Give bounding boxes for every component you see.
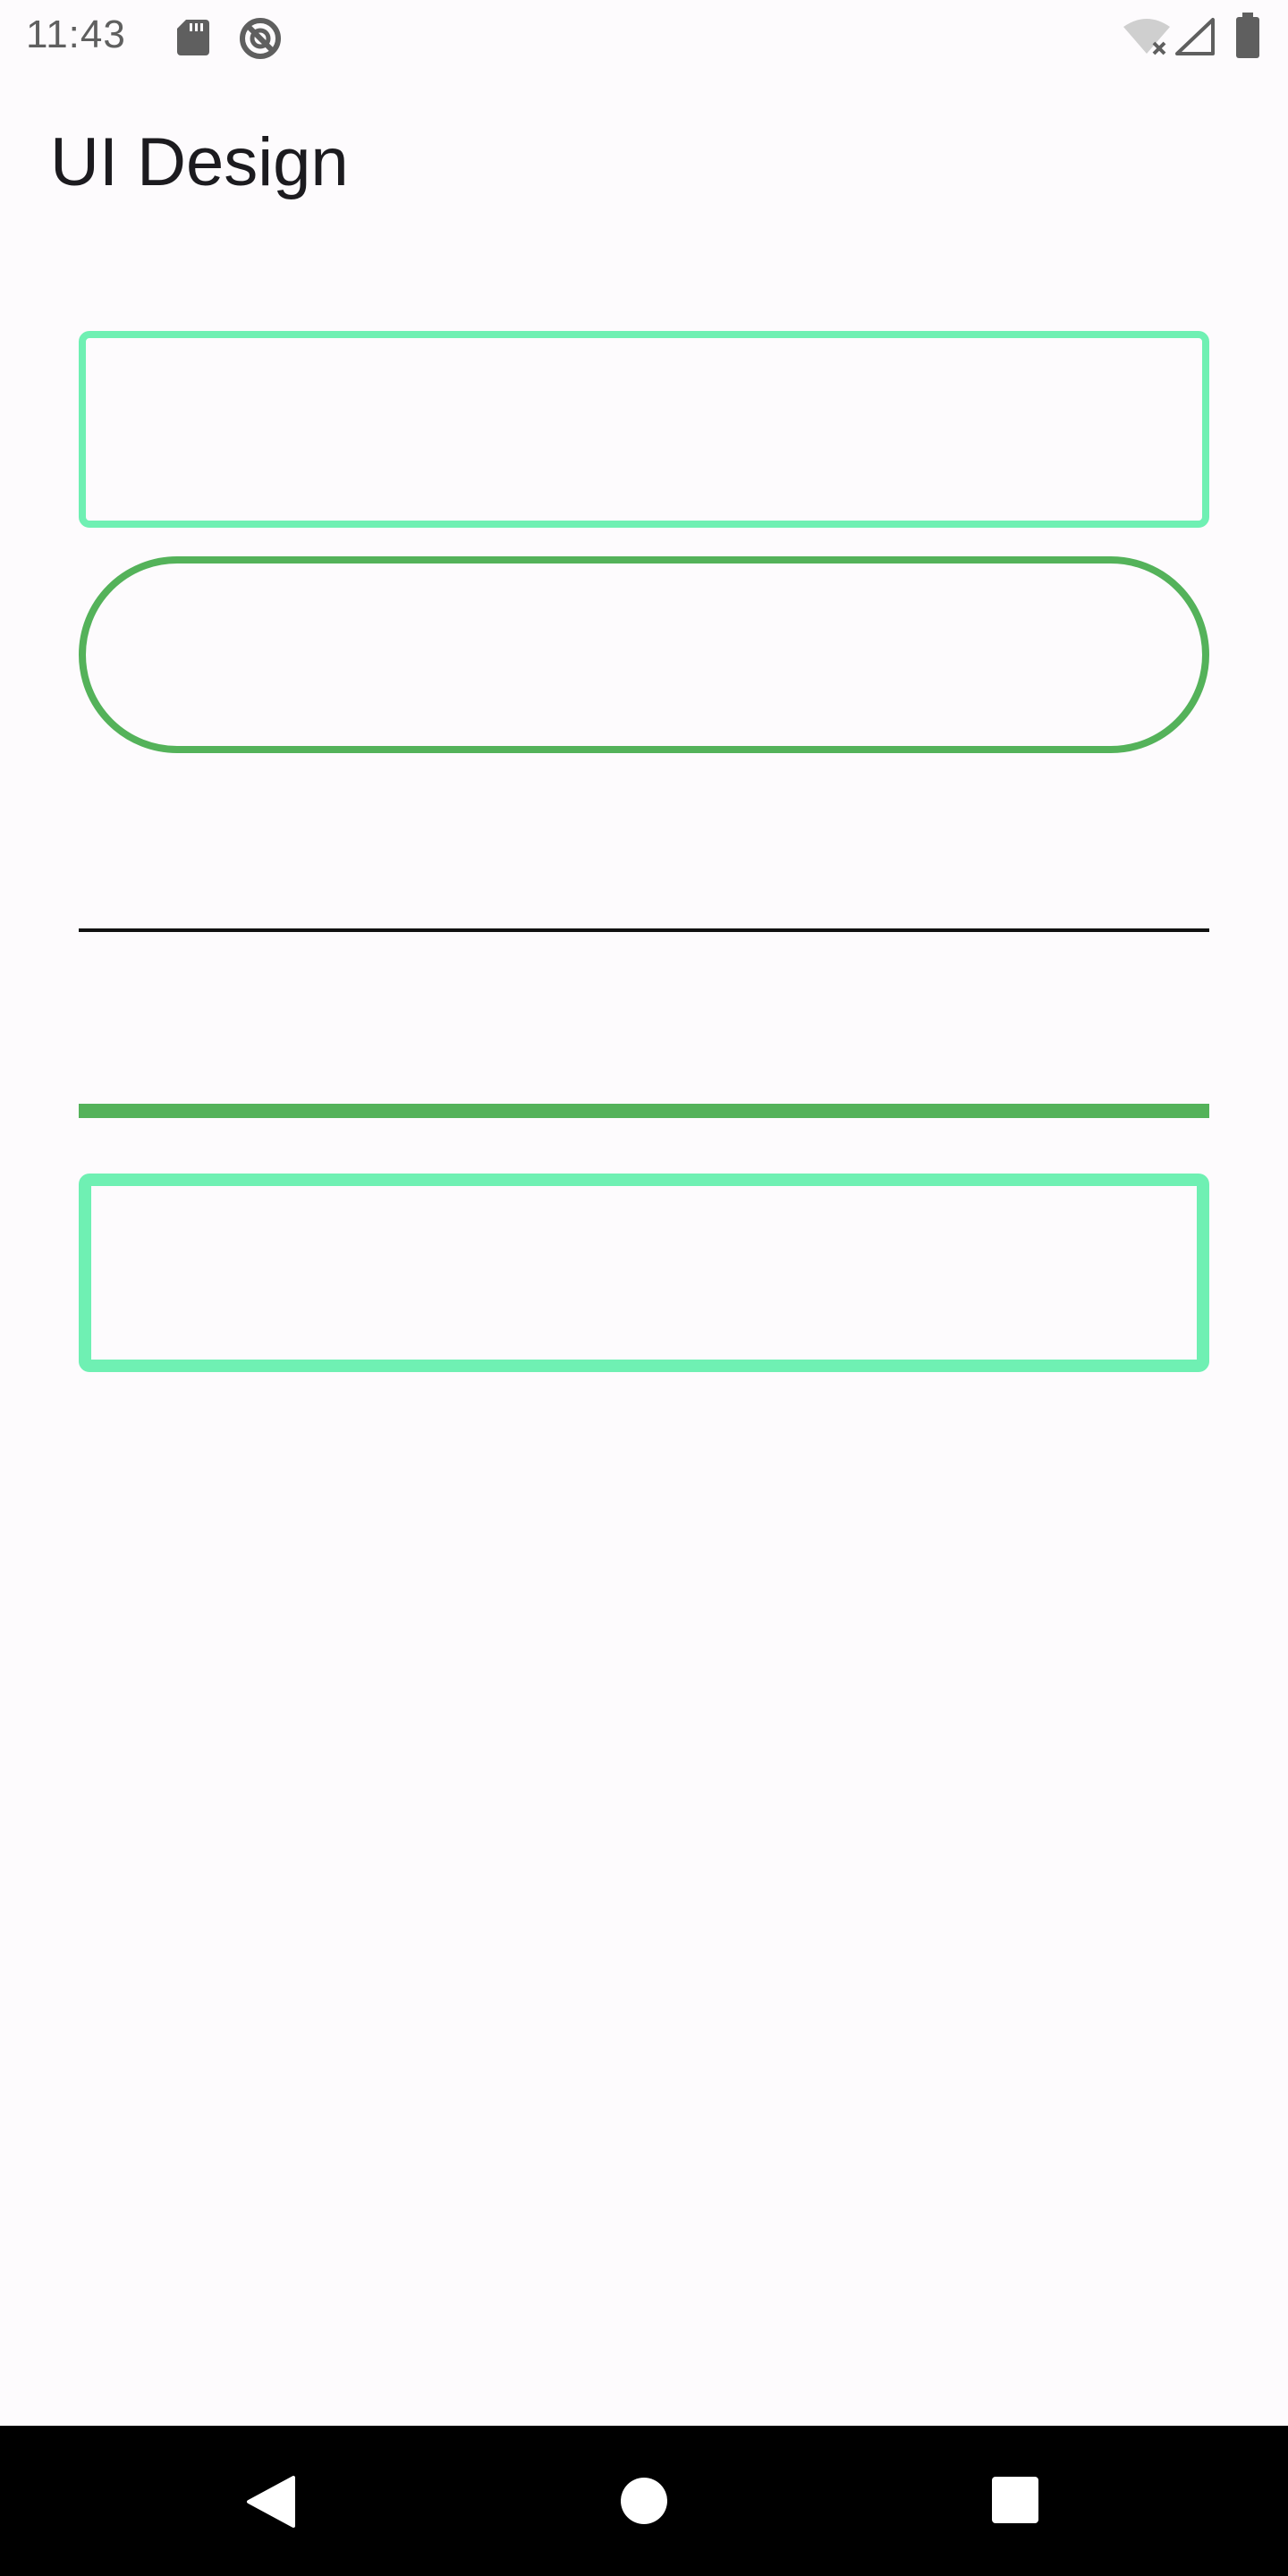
- back-icon[interactable]: [243, 2474, 297, 2529]
- mint-thick-outlined-rectangle: [79, 1174, 1209, 1372]
- do-not-disturb-icon: [240, 18, 281, 59]
- wifi-off-icon: [1123, 19, 1170, 55]
- green-outlined-pill: [79, 556, 1209, 753]
- thin-divider: [79, 928, 1209, 932]
- sd-card-icon: [177, 20, 209, 55]
- home-icon[interactable]: [619, 2476, 669, 2526]
- thick-green-divider: [79, 1104, 1209, 1118]
- status-time: 11:43: [26, 13, 126, 56]
- battery-icon: [1236, 13, 1259, 58]
- signal-icon: [1175, 18, 1215, 55]
- page-title: UI Design: [50, 124, 349, 200]
- navigation-bar: [0, 2426, 1288, 2576]
- mint-outlined-rectangle: [79, 331, 1209, 528]
- recents-icon[interactable]: [991, 2476, 1039, 2524]
- status-bar: 11:43: [0, 0, 1288, 75]
